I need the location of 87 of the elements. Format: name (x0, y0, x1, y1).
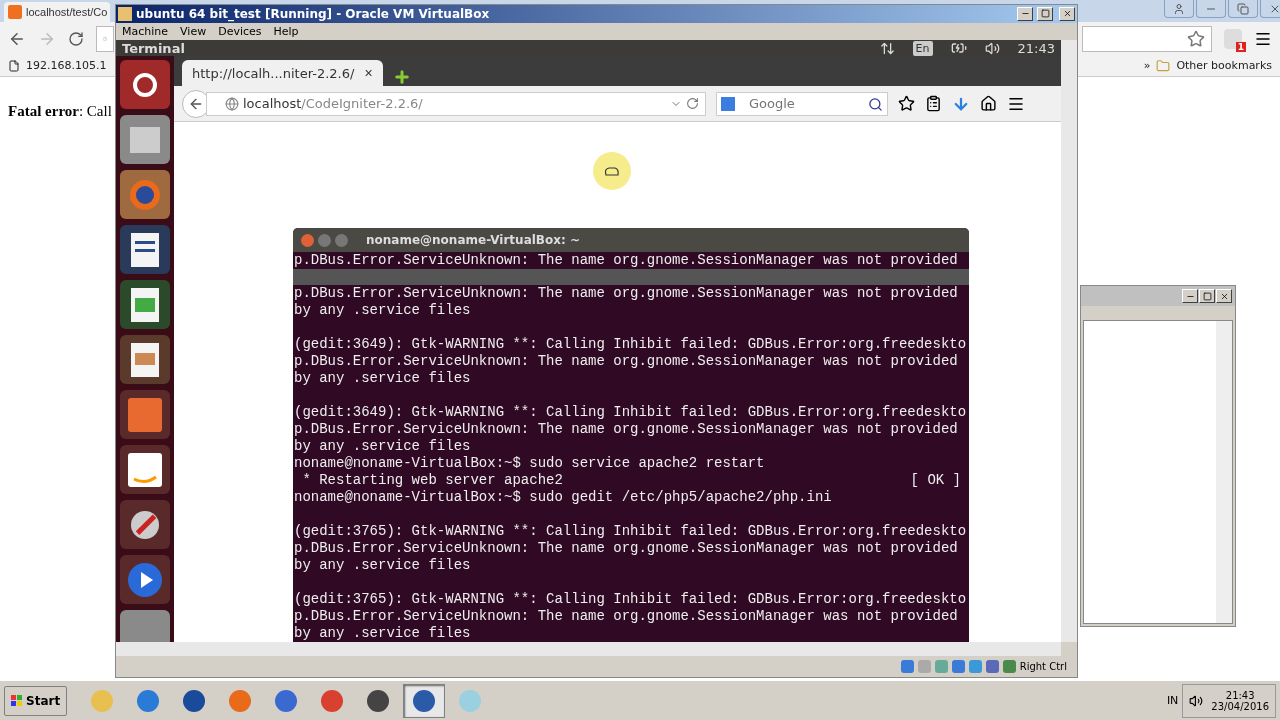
status-icon[interactable] (951, 659, 965, 673)
app-icon (8, 5, 22, 19)
error-message: Fatal error: Call (8, 103, 112, 119)
terminal-line: p.DBus.Error.ServiceUnknown: The name org.gnome.SessionManager was not provided (294, 608, 958, 625)
app-title: Terminal (122, 40, 185, 56)
taskbar-app-button[interactable] (403, 683, 446, 718)
clipboard-icon[interactable] (925, 95, 942, 112)
status-icon[interactable] (985, 659, 999, 673)
volume-icon (984, 40, 1000, 56)
scrollbar[interactable] (116, 642, 1061, 656)
address-field[interactable] (1082, 25, 1212, 52)
terminal-line: p.DBus.Error.ServiceUnknown: The name org.gnome.SessionManager was not provided (294, 540, 958, 557)
maximize-button[interactable] (1037, 6, 1053, 21)
scrollbar[interactable] (1061, 40, 1077, 642)
restore-icon (1237, 2, 1249, 15)
browser-tab[interactable]: localhost/test/Co (4, 2, 110, 22)
app-icon (118, 6, 132, 21)
search-icon[interactable] (868, 96, 883, 112)
terminal-line: (gedit:3765): Gtk-WARNING **: Calling Inhibit failed: GDBus.Error:org.freedeskto (294, 591, 967, 608)
terminal-line: by any .service files (294, 370, 471, 387)
volume-icon (1189, 693, 1204, 708)
terminal-line: p.DBus.Error.ServiceUnknown: The name org.gnome.SessionManager was not provided (294, 285, 958, 302)
clock-time: 21:43 (1225, 689, 1255, 701)
clock-date: 23/04/2016 (1211, 700, 1269, 712)
user-icon (1173, 2, 1185, 15)
bookmark-folder[interactable]: Other bookmarks (1176, 59, 1272, 72)
url-text: localhost/CodeIgniter-2.2.6/ (243, 96, 423, 111)
play-icon[interactable] (120, 555, 170, 604)
menu-item[interactable]: Devices (218, 24, 262, 38)
menu-item[interactable]: Help (273, 24, 299, 38)
terminal-line: by any .service files (294, 625, 471, 642)
address-field[interactable] (96, 25, 114, 52)
clock-time[interactable]: 21:43 (1017, 40, 1055, 56)
maximize-icon (1040, 9, 1050, 19)
restore-button[interactable] (1228, 0, 1258, 18)
profile-button[interactable] (1164, 0, 1194, 18)
address-field[interactable]: localhost/CodeIgniter-2.2.6/ (206, 91, 706, 116)
scrollbar[interactable] (1216, 321, 1232, 623)
language-indicator[interactable]: IN (1166, 694, 1179, 707)
menu-item[interactable]: Machine (122, 24, 169, 38)
terminal-line: * Restarting web server apache2 (301, 472, 563, 489)
maximize-button[interactable] (1199, 289, 1215, 303)
bookmark-link[interactable]: 192.168.105.1 (26, 59, 107, 72)
terminal-line: (gedit:3649): Gtk-WARNING **: Calling Inhibit failed: GDBus.Error:org.freedeskto (294, 336, 967, 353)
terminal-line: p.DBus.Error.ServiceUnknown: The name org.gnome.SessionManager was not provided (294, 421, 958, 438)
status-icon[interactable] (968, 659, 982, 673)
maximize-icon (1202, 291, 1212, 301)
new-tab-icon[interactable] (392, 68, 411, 86)
bookmarks-overflow[interactable]: » (1143, 59, 1151, 72)
search-field[interactable]: Google (716, 91, 888, 116)
reload-icon[interactable] (686, 97, 699, 110)
terminal-line: by any .service files (294, 557, 471, 574)
shopping-icon[interactable] (120, 445, 170, 494)
status-text: [ OK ] (910, 472, 961, 489)
terminal-line: p.DBus.Error.ServiceUnknown: The name org.gnome.SessionManager was not provided (294, 353, 958, 370)
menu-item[interactable]: View (180, 24, 207, 38)
battery-icon (950, 40, 967, 56)
terminal-line: by any .service files (294, 302, 471, 319)
bookmark-star-icon[interactable] (898, 95, 915, 112)
file-cabinet-icon[interactable] (120, 115, 170, 164)
terminal-line: (gedit:3649): Gtk-WARNING **: Calling Inhibit failed: GDBus.Error:org.freedeskto (294, 404, 967, 421)
terminal-line: (gedit:3765): Gtk-WARNING **: Calling Inhibit failed: GDBus.Error:org.freedeskto (294, 523, 967, 540)
window-title: ubuntu 64 bit_test [Running] - Oracle VM VirtualBox (136, 6, 490, 21)
window-title: noname@noname-VirtualBox: ~ (366, 233, 580, 247)
spreadsheet-icon[interactable] (120, 280, 170, 329)
close-tab-button[interactable]: × (364, 65, 373, 81)
document-icon[interactable] (120, 225, 170, 274)
status-icon[interactable] (1002, 659, 1016, 673)
home-icon[interactable] (980, 95, 997, 112)
terminal-line: noname@noname-VirtualBox:~$ sudo service apache2 restart (294, 455, 765, 472)
close-icon (1219, 291, 1229, 301)
browser-tab[interactable]: http://localh...niter-2.2.6/ × (182, 60, 383, 86)
terminal-line: noname@noname-VirtualBox:~$ sudo gedit /etc/php5/apache2/php.ini (294, 489, 832, 506)
notification-badge: 1 (1235, 41, 1246, 52)
status-icon[interactable] (900, 659, 914, 673)
host-key-label: Right Ctrl (1019, 660, 1067, 672)
start-button[interactable]: Start (4, 685, 68, 716)
ubuntu-logo-icon[interactable] (120, 60, 170, 109)
shopping-bag-icon[interactable] (120, 390, 170, 439)
reload-button[interactable] (68, 30, 84, 47)
windows-logo-icon (11, 694, 23, 707)
terminal-line: p.DBus.Error.ServiceUnknown: The name org.gnome.SessionManager was not provided (294, 252, 958, 269)
close-icon (1062, 9, 1072, 19)
terminal-line: by any .service files (294, 438, 471, 455)
presentation-icon[interactable] (120, 335, 170, 384)
bookmark-star-icon[interactable] (1187, 29, 1205, 48)
keyboard-indicator[interactable]: En (912, 40, 933, 56)
